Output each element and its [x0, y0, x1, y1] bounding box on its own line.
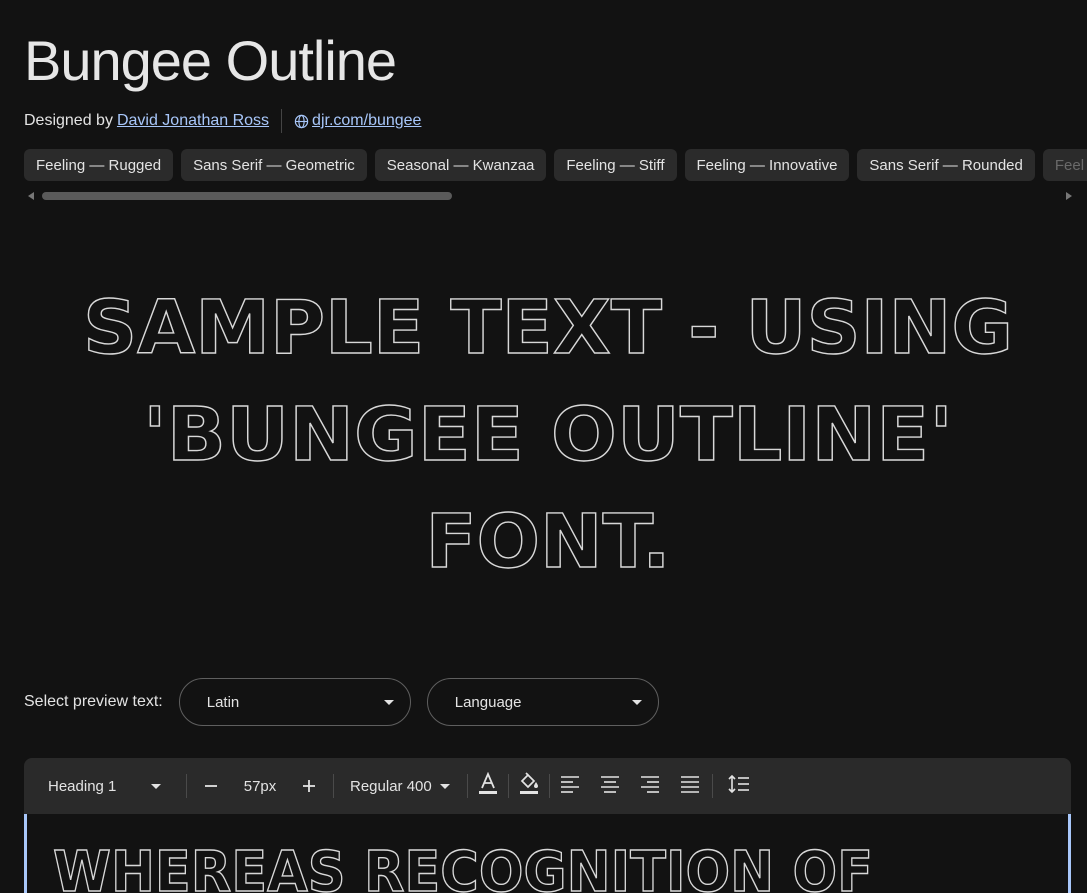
tag-chip[interactable]: Feeling — Stiff — [554, 149, 677, 181]
divider — [281, 109, 283, 133]
sample-line-1: SAMPLE TEXT - USING — [83, 285, 1013, 371]
scroll-right-arrow-icon[interactable] — [1066, 192, 1072, 200]
chevron-down-icon — [631, 700, 642, 705]
tags-scrollbar[interactable] — [24, 190, 1072, 202]
tag-chip[interactable]: Seasonal — Kwanzaa — [374, 149, 547, 181]
globe-icon — [294, 114, 309, 129]
fill-color-icon — [518, 772, 540, 800]
font-size-text: 57px — [243, 777, 277, 795]
text-style-select[interactable]: Heading 1 — [24, 758, 186, 814]
toolbar-divider — [186, 774, 187, 798]
chevron-down-icon — [440, 784, 450, 789]
font-weight-select[interactable]: Regular 400 — [334, 758, 467, 814]
tag-list: Feeling — Rugged Sans Serif — Geometric … — [24, 149, 1087, 181]
chevron-down-icon — [151, 784, 161, 789]
align-left-button[interactable] — [550, 766, 590, 806]
align-left-icon — [560, 775, 580, 797]
tag-chip[interactable]: Sans Serif — Geometric — [181, 149, 367, 181]
designed-by-label: Designed by — [24, 112, 113, 129]
align-center-button[interactable] — [590, 766, 630, 806]
align-right-icon — [640, 775, 660, 797]
language-select-value: Language — [454, 693, 522, 711]
align-justify-button[interactable] — [670, 766, 710, 806]
text-color-icon — [477, 771, 499, 800]
sample-line-2: 'BUNGEE OUTLINE' — [143, 392, 953, 478]
tag-chip[interactable]: Feeling — Rugged — [24, 149, 174, 181]
designer-link[interactable]: David Jonathan Ross — [117, 112, 269, 130]
sample-text-preview: SAMPLE TEXT - USING 'BUNGEE OUTLINE' FON… — [24, 270, 1072, 590]
align-center-icon — [600, 775, 620, 797]
font-page: Bungee Outline Designed by David Jonatha… — [0, 0, 1087, 893]
decrease-size-button[interactable] — [191, 766, 231, 806]
line-height-icon — [728, 774, 750, 798]
preview-selectors: Select preview text: Latin Language — [24, 678, 675, 726]
increase-size-button[interactable] — [289, 766, 329, 806]
website-link[interactable]: djr.com/bungee — [312, 112, 421, 130]
preview-label: Select preview text: — [24, 693, 163, 710]
script-select[interactable]: Latin — [178, 678, 411, 726]
align-right-button[interactable] — [630, 766, 670, 806]
designer-row: Designed by David Jonathan Ross djr.com/… — [24, 109, 421, 133]
font-title: Bungee Outline — [24, 29, 397, 92]
tag-chip[interactable]: Feel — [1042, 149, 1087, 181]
background-color-button[interactable] — [509, 766, 549, 806]
line-height-button[interactable] — [719, 766, 759, 806]
script-select-value: Latin — [206, 693, 240, 711]
font-weight-value: Regular 400 — [350, 777, 432, 795]
scroll-left-arrow-icon[interactable] — [28, 192, 34, 200]
chevron-down-icon — [383, 700, 394, 705]
language-select[interactable]: Language — [426, 678, 659, 726]
align-justify-icon — [680, 775, 700, 797]
text-style-value: Heading 1 — [48, 777, 117, 795]
toolbar-divider — [712, 774, 713, 798]
tag-chip[interactable]: Feeling — Innovative — [684, 149, 850, 181]
sample-line-3: FONT. — [426, 499, 671, 585]
editor-text: WHEREAS RECOGNITION OF — [53, 840, 873, 893]
tag-chip[interactable]: Sans Serif — Rounded — [857, 149, 1035, 181]
text-color-button[interactable] — [468, 766, 508, 806]
scrollbar-thumb[interactable] — [42, 192, 452, 200]
font-size-value[interactable]: 57px — [231, 758, 289, 814]
preview-text-editor[interactable]: WHEREAS RECOGNITION OF — [24, 814, 1071, 893]
editor-toolbar: Heading 1 57px Regular 400 — [24, 758, 1071, 814]
